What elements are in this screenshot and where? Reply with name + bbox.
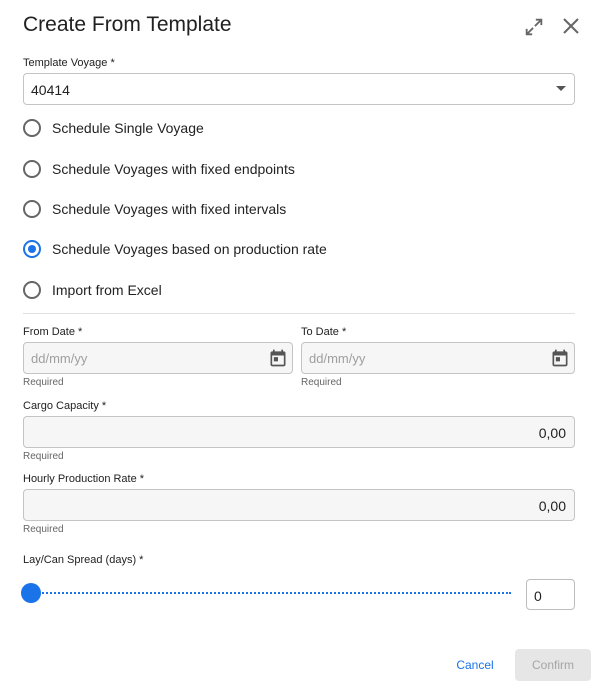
close-icon[interactable] xyxy=(562,17,580,35)
hourly-production-rate-label: Hourly Production Rate * xyxy=(23,473,145,485)
template-voyage-value: 40414 xyxy=(31,82,70,98)
calendar-icon[interactable] xyxy=(268,348,288,368)
from-date-placeholder: dd/mm/yy xyxy=(31,351,88,366)
from-date-input[interactable]: dd/mm/yy xyxy=(23,342,293,374)
lay-can-spread-input[interactable]: 0 xyxy=(526,579,575,610)
radio-button[interactable] xyxy=(23,281,41,299)
calendar-icon[interactable] xyxy=(550,348,570,368)
lay-can-spread-label: Lay/Can Spread (days) * xyxy=(23,554,144,566)
radio-label: Schedule Voyages with fixed endpoints xyxy=(52,161,295,177)
to-date-input[interactable]: dd/mm/yy xyxy=(301,342,575,374)
radio-button[interactable] xyxy=(23,200,41,218)
dialog-title: Create From Template xyxy=(23,13,232,36)
radio-fixed-intervals[interactable]: Schedule Voyages with fixed intervals xyxy=(23,199,286,219)
cancel-button[interactable]: Cancel xyxy=(447,654,503,676)
from-date-label: From Date * xyxy=(23,326,83,338)
slider-thumb[interactable] xyxy=(21,583,41,603)
hourly-production-rate-input[interactable]: 0,00 xyxy=(23,489,575,521)
radio-fixed-endpoints[interactable]: Schedule Voyages with fixed endpoints xyxy=(23,159,295,179)
radio-button[interactable] xyxy=(23,160,41,178)
template-voyage-select[interactable]: 40414 xyxy=(23,73,575,105)
to-date-label: To Date * xyxy=(301,326,347,338)
hourly-production-rate-helper: Required xyxy=(23,524,64,535)
radio-label: Schedule Voyages based on production rat… xyxy=(52,241,327,257)
cargo-capacity-value: 0,00 xyxy=(538,425,566,441)
expand-icon[interactable] xyxy=(523,16,545,38)
lay-can-spread-value: 0 xyxy=(534,588,542,604)
to-date-placeholder: dd/mm/yy xyxy=(309,351,366,366)
radio-import-excel[interactable]: Import from Excel xyxy=(23,280,162,300)
cargo-capacity-input[interactable]: 0,00 xyxy=(23,416,575,448)
from-date-helper: Required xyxy=(23,377,64,388)
confirm-button[interactable]: Confirm xyxy=(515,649,591,681)
radio-production-rate[interactable]: Schedule Voyages based on production rat… xyxy=(23,239,327,259)
radio-label: Schedule Single Voyage xyxy=(52,120,204,136)
slider-track[interactable] xyxy=(31,592,511,594)
radio-label: Schedule Voyages with fixed intervals xyxy=(52,201,287,217)
cargo-capacity-label: Cargo Capacity * xyxy=(23,400,107,412)
template-voyage-label: Template Voyage * xyxy=(23,57,115,69)
chevron-down-icon xyxy=(556,86,566,91)
radio-schedule-single[interactable]: Schedule Single Voyage xyxy=(23,118,204,138)
radio-button-selected[interactable] xyxy=(23,240,41,258)
radio-label: Import from Excel xyxy=(52,282,162,298)
cargo-capacity-helper: Required xyxy=(23,451,64,462)
to-date-helper: Required xyxy=(301,377,342,388)
radio-button[interactable] xyxy=(23,119,41,137)
divider xyxy=(23,313,575,314)
hourly-production-rate-value: 0,00 xyxy=(538,498,566,514)
